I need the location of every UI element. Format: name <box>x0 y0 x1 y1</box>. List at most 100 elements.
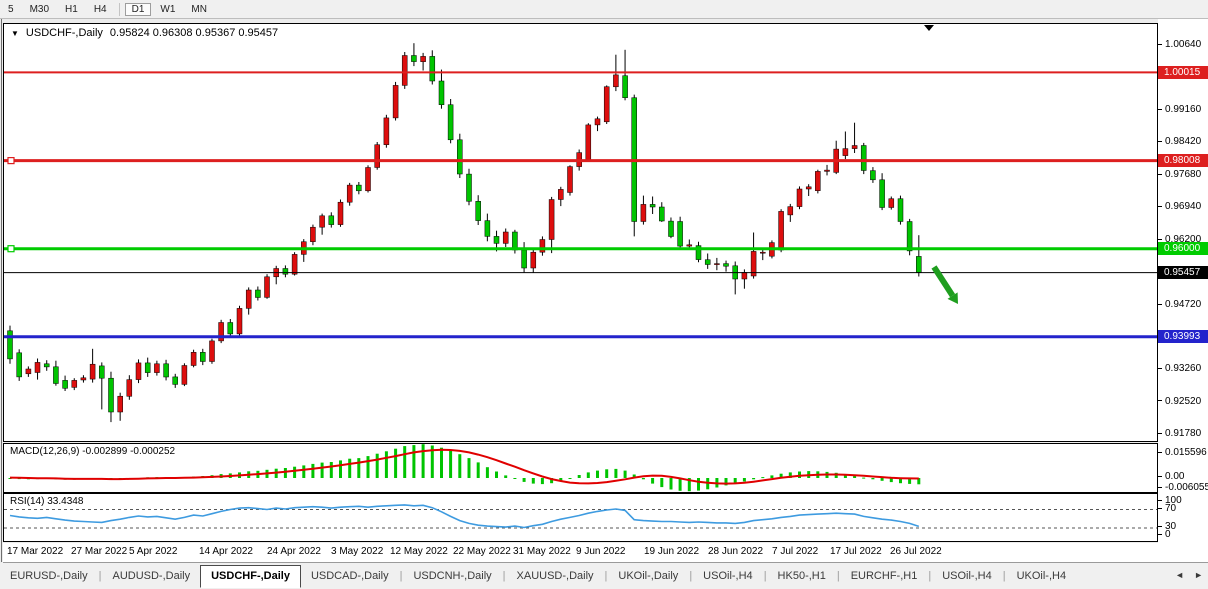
price-tick-0.96940: 0.96940 <box>1158 201 1201 212</box>
macd-histogram-bar <box>660 478 663 487</box>
candle-bull <box>742 272 747 279</box>
chart-tab-ukoil-daily[interactable]: UKOil-,Daily <box>608 566 688 587</box>
toolbar-separator <box>119 3 120 16</box>
macd-histogram-bar <box>486 467 489 478</box>
date-axis[interactable]: 17 Mar 202227 Mar 20225 Apr 202214 Apr 2… <box>3 543 1208 563</box>
macd-histogram-bar <box>881 478 884 481</box>
chart-tab-hk50-h1[interactable]: HK50-,H1 <box>768 566 836 587</box>
price-badge-0.96000: 0.96000 <box>1158 242 1208 255</box>
timeframe-button-mn[interactable]: MN <box>184 3 214 16</box>
candle-bear <box>916 256 921 272</box>
macd-histogram-bar <box>321 463 324 478</box>
hline-handle[interactable] <box>8 158 14 164</box>
tab-scroll-left-icon[interactable]: ◄ <box>1175 570 1184 580</box>
timeframe-button-h1[interactable]: H1 <box>58 3 85 16</box>
candle-bull <box>549 200 554 240</box>
candle-bull <box>366 168 371 191</box>
candle-bull <box>687 245 692 246</box>
timeframe-button-5[interactable]: 5 <box>1 3 21 16</box>
candle-bull <box>760 252 765 253</box>
chart-shift-marker-icon <box>924 25 934 31</box>
timeframe-button-d1[interactable]: D1 <box>125 3 152 16</box>
candle-bull <box>338 202 343 224</box>
candle-bear <box>200 352 205 361</box>
macd-panel[interactable]: MACD(12,26,9) -0.002899 -0.000252 <box>3 443 1158 493</box>
price-chart-panel[interactable]: ▼ USDCHF-,Daily 0.95824 0.96308 0.95367 … <box>3 23 1158 442</box>
chart-tab-xauusd-daily[interactable]: XAUUSD-,Daily <box>507 566 604 587</box>
tab-scroll-right-icon[interactable]: ► <box>1194 570 1203 580</box>
candle-bull <box>136 363 141 380</box>
timeframe-button-w1[interactable]: W1 <box>153 3 182 16</box>
candle-bear <box>448 105 453 140</box>
candle-bull <box>90 364 95 379</box>
candle-bull <box>393 85 398 118</box>
candlestick-chart[interactable] <box>4 24 1157 441</box>
date-label: 27 Mar 2022 <box>71 546 127 557</box>
chart-tab-usdcad-daily[interactable]: USDCAD-,Daily <box>301 566 399 587</box>
chart-tab-usoil-h4[interactable]: USOil-,H4 <box>693 566 763 587</box>
date-label: 5 Apr 2022 <box>129 546 177 557</box>
candle-bear <box>476 201 481 220</box>
macd-axis-0.015596: 0.015596 <box>1158 447 1207 458</box>
hline-handle[interactable] <box>8 246 14 252</box>
macd-histogram-bar <box>679 478 682 491</box>
down-arrow-annotation[interactable] <box>934 267 953 296</box>
candle-bear <box>99 366 104 378</box>
candle-bull <box>26 369 31 374</box>
date-label: 9 Jun 2022 <box>576 546 626 557</box>
chart-tab-usdcnh-daily[interactable]: USDCNH-,Daily <box>403 566 501 587</box>
candle-bull <box>310 227 315 242</box>
candle-bull <box>182 366 187 385</box>
date-label: 24 Apr 2022 <box>267 546 321 557</box>
rsi-panel[interactable]: RSI(14) 33.4348 <box>3 493 1158 542</box>
candle-bear <box>678 222 683 247</box>
candle-bull <box>421 56 426 61</box>
date-label: 26 Jul 2022 <box>890 546 942 557</box>
macd-histogram-bar <box>541 478 544 484</box>
macd-histogram-bar <box>412 445 415 478</box>
rsi-chart[interactable] <box>4 494 1157 541</box>
chart-tab-usoil-h4[interactable]: USOil-,H4 <box>932 566 1002 587</box>
macd-histogram-bar <box>385 451 388 478</box>
date-label: 22 May 2022 <box>453 546 511 557</box>
macd-histogram-bar <box>495 472 498 479</box>
chart-tab-eurchf-h1[interactable]: EURCHF-,H1 <box>841 566 928 587</box>
macd-axis--0.006055: -0.006055 <box>1158 482 1208 493</box>
candle-bear <box>861 146 866 171</box>
timeframe-button-m30[interactable]: M30 <box>23 3 56 16</box>
candle-bull <box>714 264 719 265</box>
macd-label: MACD(12,26,9) -0.002899 -0.000252 <box>10 446 175 457</box>
chart-tab-usdchf-daily[interactable]: USDCHF-,Daily <box>200 565 301 588</box>
chart-tab-ukoil-h4[interactable]: UKOil-,H4 <box>1007 566 1077 587</box>
macd-histogram-bar <box>284 468 287 478</box>
candle-bear <box>329 216 334 225</box>
mt4-window: 5M30H1H4 D1W1MN ▼ USDCHF-,Daily 0.95824 0… <box>0 0 1208 589</box>
macd-histogram-bar <box>422 444 425 478</box>
candle-bear <box>411 56 416 62</box>
timeframe-button-h4[interactable]: H4 <box>87 3 114 16</box>
candle-bear <box>457 140 462 174</box>
macd-histogram-bar <box>697 478 700 491</box>
candle-bear <box>494 236 499 243</box>
candle-bull <box>558 189 563 199</box>
candle-bear <box>356 185 361 191</box>
price-tick-0.94720: 0.94720 <box>1158 299 1201 310</box>
candle-bear <box>283 269 288 275</box>
candle-bull <box>815 171 820 190</box>
candle-bear <box>53 367 58 384</box>
candle-bull <box>531 252 536 268</box>
date-label: 19 Jun 2022 <box>644 546 699 557</box>
candle-bull <box>384 118 389 145</box>
macd-histogram-bar <box>302 465 305 478</box>
chart-tab-eurusd-daily[interactable]: EURUSD-,Daily <box>0 566 98 587</box>
chart-ohlc-values: 0.95824 0.96308 0.95367 0.95457 <box>110 27 278 39</box>
price-tick-0.92520: 0.92520 <box>1158 396 1201 407</box>
candle-bear <box>173 377 178 385</box>
price-tick-1.00640: 1.00640 <box>1158 39 1201 50</box>
chart-tab-audusd-daily[interactable]: AUDUSD-,Daily <box>102 566 200 587</box>
candle-bull <box>806 187 811 189</box>
macd-chart[interactable] <box>4 444 1157 492</box>
tab-scroll-buttons: ◄ ► <box>1175 570 1203 580</box>
candle-bear <box>109 378 114 412</box>
price-axis[interactable]: 1.006400.999000.991600.984200.976800.969… <box>1158 19 1208 562</box>
